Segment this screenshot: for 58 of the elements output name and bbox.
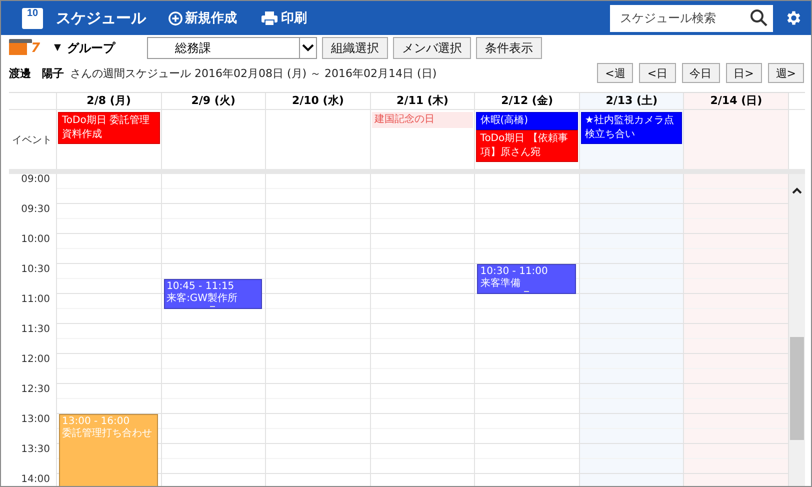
day-header: 2/11 (木) [370, 93, 474, 109]
new-button[interactable]: 新規作成 [166, 9, 239, 27]
group-label: グループ [66, 40, 116, 56]
time-label: 12:00 [20, 354, 51, 367]
printer-icon [261, 10, 278, 26]
scrollbar[interactable] [788, 174, 805, 486]
app-title: スケジュール [56, 8, 146, 28]
event-row-label: イベント [11, 134, 53, 148]
event-title: 来客:GW製作所 [166, 293, 238, 305]
day-header: 2/8 (月) [56, 93, 161, 109]
print-button[interactable]: 印刷 [259, 9, 309, 27]
event-title: 来客準備 [480, 278, 520, 290]
time-label: 11:00 [20, 294, 51, 307]
calendar-icon: 10 [22, 8, 43, 28]
event-bar[interactable]: ToDo期日 【依頼事項】原さん宛 [476, 130, 578, 162]
time-label: 13:00 [20, 414, 51, 427]
event-bar[interactable]: 休暇(高橋) [476, 112, 578, 130]
scrollbar-thumb[interactable] [790, 337, 804, 440]
time-label: 13:30 [20, 444, 51, 457]
resize-handle-icon[interactable] [524, 291, 530, 293]
scroll-up-icon [792, 187, 802, 194]
holiday-label: 建国記念の日 [372, 112, 474, 128]
search-field[interactable]: スケジュール検索 [610, 4, 773, 32]
search-icon [750, 8, 768, 26]
time-label: 09:00 [20, 174, 51, 187]
user-name: 渡邊 陽子 [9, 66, 64, 80]
event-block[interactable]: 10:30 - 11:00 来客準備 [477, 264, 576, 294]
time-label: 10:30 [20, 264, 51, 277]
time-label: 09:30 [20, 204, 51, 217]
time-label: 10:00 [20, 234, 51, 247]
day-header: 2/9 (火) [160, 93, 266, 109]
nav-button[interactable]: <日 [639, 63, 676, 83]
toolbar-button[interactable]: 条件表示 [476, 37, 542, 59]
event-block[interactable]: 10:45 - 11:15 来客:GW製作所 [164, 279, 262, 309]
event-bar[interactable]: ToDo期日 委託管理資料作成 [58, 112, 160, 144]
schedule-caption: さんの週間スケジュール 2016年02月08日 (月) ～ 2016年02月14日 (日) [70, 66, 437, 80]
plus-circle-icon [168, 10, 183, 26]
day-header: 2/14 (日) [683, 93, 788, 109]
time-label: 11:30 [20, 324, 51, 337]
nav-button[interactable]: 日> [726, 63, 762, 83]
time-label: 14:00 [20, 474, 51, 486]
caret-icon[interactable]: ▼ [54, 43, 61, 53]
resize-handle-icon[interactable] [210, 306, 216, 308]
toolbar-button[interactable]: メンバ選択 [392, 37, 471, 59]
toolbar-button[interactable]: 組織選択 [322, 37, 388, 59]
dropdown-arrow-icon [298, 38, 316, 58]
event-title: 委託管理打ち合わせ [62, 428, 152, 440]
event-time: 10:30 - 11:00 [480, 266, 548, 278]
event-time: 10:45 - 11:15 [166, 281, 234, 292]
nav-button[interactable]: <週 [597, 63, 634, 83]
nav-button[interactable]: 週> [768, 63, 804, 83]
nav-button[interactable]: 今日 [682, 63, 720, 83]
time-label: 12:30 [20, 384, 51, 397]
group-select[interactable]: 総務課 [146, 37, 317, 59]
day-header: 2/13 (土) [578, 93, 684, 109]
day-header: 2/10 (水) [265, 93, 370, 109]
event-time: 13:00 - 16:00 [62, 416, 130, 428]
event-bar[interactable]: ★社内監視カメラ点検立ち合い [580, 112, 682, 144]
